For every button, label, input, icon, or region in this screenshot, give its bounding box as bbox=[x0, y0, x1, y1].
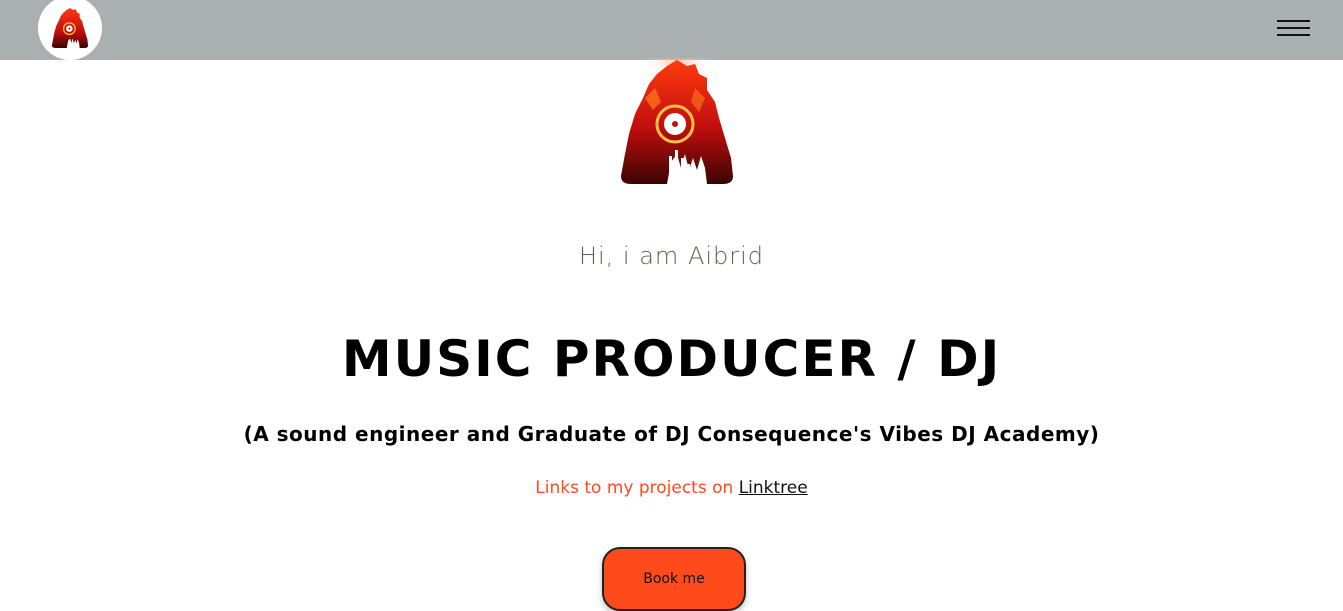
page-title: MUSIC PRODUCER / DJ bbox=[341, 330, 1002, 388]
hero-logo bbox=[615, 58, 739, 186]
linktree-link[interactable]: Linktree bbox=[739, 478, 808, 498]
navbar bbox=[0, 0, 1343, 60]
subtitle-text: (A sound engineer and Graduate of DJ Con… bbox=[243, 422, 1100, 446]
projects-links-text: Links to my projects on Linktree bbox=[0, 478, 1343, 498]
greeting-text: Hi, i am Aibrid bbox=[578, 242, 765, 270]
book-me-button[interactable]: Book me bbox=[602, 547, 746, 611]
aibrid-logo-icon bbox=[615, 58, 739, 184]
menu-toggle-button[interactable] bbox=[1277, 18, 1310, 38]
links-prefix: Links to my projects on bbox=[535, 478, 739, 498]
hamburger-menu-icon bbox=[1277, 27, 1310, 29]
hamburger-menu-icon bbox=[1277, 20, 1310, 22]
hamburger-menu-icon bbox=[1277, 34, 1310, 36]
nav-logo-link[interactable] bbox=[38, 0, 102, 60]
aibrid-logo-icon bbox=[51, 8, 89, 48]
